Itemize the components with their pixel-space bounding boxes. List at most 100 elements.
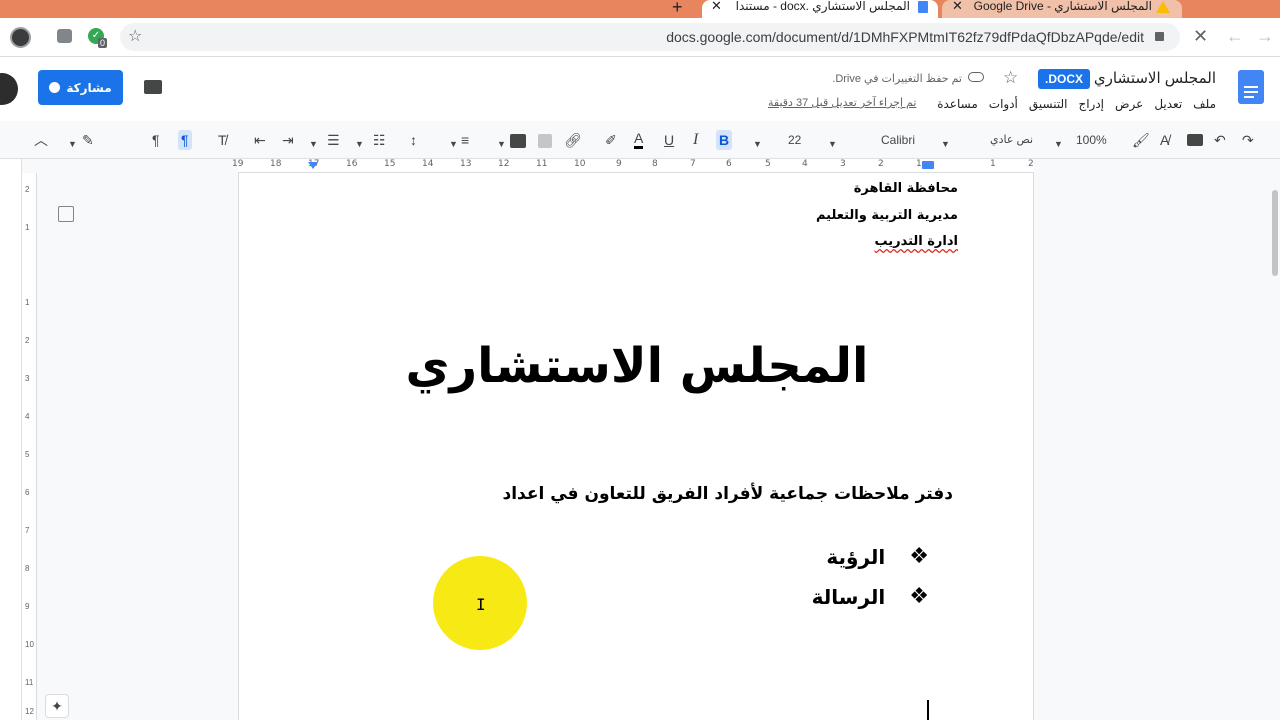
ruler-number: 4 xyxy=(25,412,30,421)
star-icon[interactable]: ☆ xyxy=(1003,68,1018,88)
text-color-button[interactable]: A xyxy=(634,130,644,149)
increase-indent-icon[interactable]: ⇥ xyxy=(282,130,294,150)
ltr-paragraph-icon[interactable]: ¶ xyxy=(152,130,160,150)
paint-format-icon[interactable]: 🖌︎ xyxy=(1132,130,1150,150)
font-size-input[interactable]: 22 xyxy=(788,130,801,150)
close-icon[interactable]: ✕ xyxy=(952,0,963,13)
print-icon[interactable] xyxy=(1187,134,1203,146)
numbered-list-caret-icon[interactable]: ▼ xyxy=(309,134,318,154)
lock-icon[interactable] xyxy=(1155,32,1164,41)
extension-bag-icon[interactable] xyxy=(57,29,72,43)
menu-edit[interactable]: تعديل xyxy=(1154,97,1182,113)
menu-help[interactable]: مساعدة xyxy=(937,97,978,113)
font-family-caret-icon[interactable]: ▼ xyxy=(828,134,837,154)
last-edit-link[interactable]: تم إجراء آخر تعديل قبل 37 دقيقة xyxy=(768,96,916,109)
document-page[interactable]: محافظة القاهرة مديرية التربية والتعليم ا… xyxy=(238,173,1034,720)
document-outline-icon[interactable] xyxy=(58,206,74,222)
checklist-icon[interactable]: ☷ xyxy=(373,130,386,150)
ruler-number: 8 xyxy=(652,159,658,169)
docx-format-badge: .DOCX xyxy=(1038,69,1090,89)
share-button[interactable]: مشاركة xyxy=(38,70,123,105)
bullet-text: الرسالة xyxy=(811,584,886,609)
ruler-number: 9 xyxy=(616,159,622,169)
vertical-scrollbar[interactable] xyxy=(1272,190,1278,276)
header-line-department: ادارة التدريب xyxy=(874,234,958,249)
insert-image-icon[interactable] xyxy=(510,134,526,148)
ruler-number: 6 xyxy=(726,159,732,169)
profile-avatar[interactable] xyxy=(10,27,31,48)
highlight-color-icon[interactable]: ✐ xyxy=(605,130,617,150)
decrease-indent-icon[interactable]: ⇤ xyxy=(254,130,266,150)
insert-link-icon[interactable]: 🔗︎ xyxy=(564,130,582,150)
left-margin-strip xyxy=(0,121,22,720)
menu-insert[interactable]: إدراج xyxy=(1078,97,1104,113)
ruler-number: 8 xyxy=(25,564,30,573)
undo-icon[interactable]: ↶ xyxy=(1214,130,1226,150)
explore-icon[interactable]: ✦ xyxy=(45,694,69,718)
menu-tools[interactable]: أدوات xyxy=(989,97,1018,113)
tab-google-drive[interactable]: ✕ المجلس الاستشاري - Google Drive xyxy=(942,0,1182,18)
editing-mode-caret-icon[interactable]: ▼ xyxy=(68,134,77,154)
document-main-title: المجلس الاستشاري xyxy=(405,338,869,394)
tab-active-docs[interactable]: ✕ المجلس الاستشاري .docx - مستندا xyxy=(702,0,938,18)
style-caret-icon[interactable]: ▼ xyxy=(941,134,950,154)
collapse-menus-icon[interactable]: ︿ xyxy=(34,130,48,150)
font-family-select[interactable]: Calibri xyxy=(881,130,915,150)
editing-mode-pencil-icon[interactable]: ✎ xyxy=(82,130,94,150)
zoom-select[interactable]: 100% xyxy=(1076,130,1107,150)
docs-logo-icon[interactable] xyxy=(1238,70,1264,104)
ruler-number: 16 xyxy=(346,159,358,169)
align-icon[interactable]: ≡ xyxy=(461,130,469,150)
font-size-caret-icon[interactable]: ▼ xyxy=(753,134,762,154)
left-indent-marker-icon[interactable] xyxy=(308,162,318,169)
clear-formatting-icon[interactable]: T̸ xyxy=(218,130,227,150)
ruler-number: 3 xyxy=(840,159,846,169)
menu-view[interactable]: عرض xyxy=(1115,97,1143,113)
ruler-number: 1 xyxy=(25,298,30,307)
ruler-number: 1 xyxy=(25,223,30,232)
bookmark-star-icon[interactable]: ☆ xyxy=(128,26,142,46)
spellcheck-icon[interactable]: A̸ xyxy=(1160,130,1169,150)
insert-comment-icon[interactable] xyxy=(538,134,552,148)
align-caret-icon[interactable]: ▼ xyxy=(449,134,458,154)
comments-icon[interactable] xyxy=(144,80,162,94)
image-caret-icon[interactable]: ▼ xyxy=(497,134,506,154)
document-title[interactable]: المجلس الاستشاري xyxy=(1094,69,1216,87)
ruler-number: 18 xyxy=(270,159,282,169)
ruler-number: 1 xyxy=(990,159,996,169)
ruler-number: 6 xyxy=(25,488,30,497)
bullet-item-vision: ❖ الرؤية xyxy=(826,544,929,569)
ruler-number: 7 xyxy=(25,526,30,535)
line-spacing-icon[interactable]: ↕ xyxy=(410,130,417,150)
ruler-number: 13 xyxy=(460,159,472,169)
ruler-number: 1 xyxy=(916,159,922,169)
menu-bar: ملف تعديل عرض إدراج التنسيق أدوات مساعدة xyxy=(937,97,1216,113)
account-avatar[interactable] xyxy=(0,73,18,105)
close-icon[interactable]: ✕ xyxy=(711,0,722,13)
paragraph-style-select[interactable]: نص عادي xyxy=(990,130,1033,150)
rtl-paragraph-icon[interactable]: ¶ xyxy=(178,130,192,150)
bulleted-list-caret-icon[interactable]: ▼ xyxy=(355,134,364,154)
vertical-ruler[interactable]: 2 1 1 2 3 4 5 6 7 8 9 10 11 12 xyxy=(22,173,37,720)
stop-icon[interactable]: ✕ xyxy=(1193,26,1208,47)
ruler-number: 11 xyxy=(25,678,34,687)
numbered-list-icon[interactable]: ☰ xyxy=(327,130,340,150)
right-indent-marker-icon[interactable] xyxy=(922,161,934,169)
menu-file[interactable]: ملف xyxy=(1193,97,1216,113)
tab-title: المجلس الاستشاري - Google Drive xyxy=(973,0,1152,13)
zoom-caret-icon[interactable]: ▼ xyxy=(1054,134,1063,154)
redo-icon[interactable]: ↷ xyxy=(1242,130,1254,150)
forward-icon[interactable]: → xyxy=(1256,26,1274,47)
browser-tab-strip: + ✕ المجلس الاستشاري .docx - مستندا ✕ ال… xyxy=(0,0,1280,18)
ruler-number: 10 xyxy=(574,159,586,169)
italic-button[interactable]: I xyxy=(693,130,698,150)
underline-button[interactable]: U xyxy=(664,130,674,150)
menu-format[interactable]: التنسيق xyxy=(1029,97,1068,113)
bold-button[interactable]: B xyxy=(716,130,733,150)
back-icon[interactable]: ← xyxy=(1226,26,1244,47)
ruler-number: 4 xyxy=(802,159,808,169)
horizontal-ruler[interactable]: 19 18 17 16 15 14 13 12 11 10 9 8 7 6 5 … xyxy=(232,159,1034,173)
new-tab-button[interactable]: + xyxy=(672,0,683,18)
url-text[interactable]: docs.google.com/document/d/1DMhFXPMtmIT6… xyxy=(666,29,1144,45)
cloud-saved-icon[interactable] xyxy=(968,72,984,82)
